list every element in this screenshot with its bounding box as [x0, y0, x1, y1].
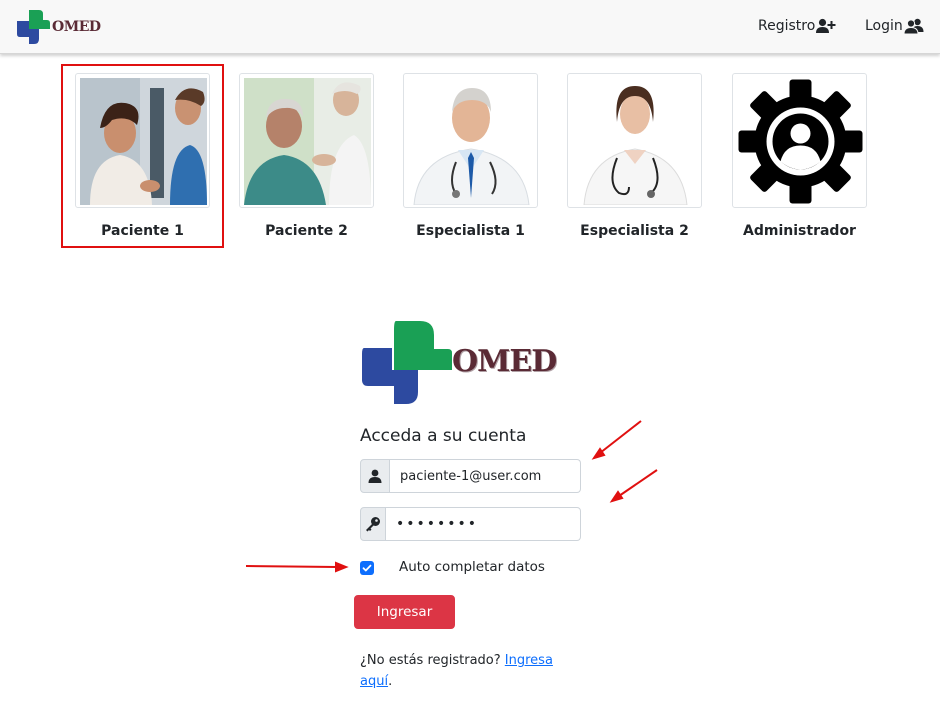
medical-cross-icon	[362, 321, 452, 404]
especialista-1-caption: Especialista 1	[416, 223, 525, 239]
paciente-2-photo	[239, 73, 374, 208]
user-plus-icon	[816, 18, 836, 33]
email-field[interactable]	[390, 459, 581, 493]
register-suffix: .	[388, 674, 393, 689]
ingresar-button[interactable]: Ingresar	[354, 595, 455, 629]
quick-access-especialista-1[interactable]: Especialista 1	[403, 73, 538, 243]
medical-cross-icon	[17, 10, 50, 44]
administrador-caption: Administrador	[743, 223, 856, 239]
register-prompt-text: ¿No estás registrado?	[360, 653, 505, 668]
nav-login-link[interactable]: Login	[865, 18, 924, 34]
quick-access-administrador[interactable]: Administrador	[732, 73, 867, 243]
register-prompt: ¿No estás registrado? Ingresa aquí.	[360, 650, 560, 692]
quick-access-especialista-2[interactable]: Especialista 2	[567, 73, 702, 243]
omed-logo: OMED	[360, 318, 557, 406]
selected-card-highlight	[61, 64, 224, 248]
especialista-2-photo	[567, 73, 702, 208]
check-icon	[362, 564, 372, 572]
password-field[interactable]	[386, 507, 581, 541]
arrow-password-head	[609, 490, 624, 503]
quick-access-paciente-2[interactable]: Paciente 2	[239, 73, 374, 243]
nav-registro-label: Registro	[758, 18, 816, 34]
omed-logo-text: OMED	[452, 344, 557, 379]
especialista-2-caption: Especialista 2	[580, 223, 689, 239]
arrow-checkbox-head	[335, 561, 349, 573]
navbar: OMED Registro Login	[0, 0, 940, 54]
administrador-gear-icon	[732, 73, 867, 208]
brand-logo[interactable]: OMED	[15, 8, 101, 46]
email-input-group	[360, 459, 581, 493]
nav-registro-link[interactable]: Registro	[758, 18, 836, 34]
users-icon	[903, 18, 924, 34]
autocomplete-label[interactable]: Auto completar datos	[399, 559, 545, 575]
password-input-group	[360, 507, 581, 541]
key-icon	[360, 507, 386, 541]
arrow-email-head	[591, 447, 606, 460]
autocomplete-checkbox[interactable]	[360, 561, 374, 575]
user-icon	[360, 459, 390, 493]
login-title: Acceda a su cuenta	[360, 426, 527, 446]
especialista-1-photo	[403, 73, 538, 208]
paciente-2-caption: Paciente 2	[265, 223, 348, 239]
nav-login-label: Login	[865, 18, 903, 34]
brand-text: OMED	[52, 19, 101, 35]
